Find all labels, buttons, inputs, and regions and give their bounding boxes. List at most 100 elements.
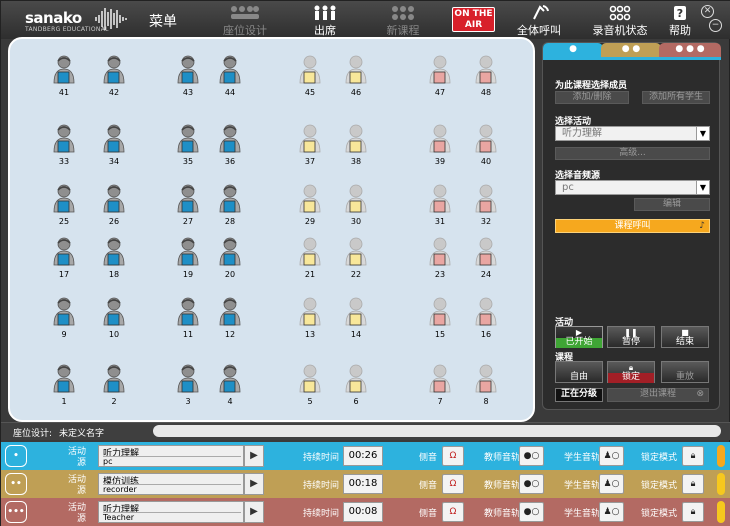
group-toggle-button[interactable]: • — [5, 445, 27, 467]
add-all-students-button[interactable]: 添加所有学生 — [642, 91, 710, 104]
sidetone-button[interactable]: Ω — [442, 446, 464, 466]
student-seat[interactable]: 48 — [472, 55, 500, 97]
student-seat[interactable]: 21 — [296, 237, 324, 279]
play-button[interactable]: ▶ — [244, 473, 264, 495]
audio-source-select[interactable]: pc ▼ — [555, 180, 710, 195]
grouping-button[interactable]: 正在分级 — [555, 388, 603, 402]
student-seat[interactable]: 42 — [100, 55, 128, 97]
student-track-toggle[interactable]: ♟○ — [599, 474, 624, 494]
student-track-label: 学生音轨 — [564, 509, 601, 519]
teacher-track-toggle[interactable]: ●○ — [519, 474, 544, 494]
nav-recorder-status[interactable]: 录音机状态 — [589, 5, 651, 38]
student-track-label: 学生音轨 — [564, 453, 601, 463]
student-seat[interactable]: 19 — [174, 237, 202, 279]
activity-source-box[interactable]: 模仿训练 recorder — [98, 473, 244, 495]
lock-mode-button[interactable]: 🔒︎ — [682, 446, 704, 466]
student-seat[interactable]: 1 — [50, 364, 78, 406]
student-seat[interactable]: 46 — [342, 55, 370, 97]
tab-1[interactable]: ● — [543, 43, 603, 58]
student-seat[interactable]: 32 — [472, 184, 500, 226]
student-seat[interactable]: 35 — [174, 124, 202, 166]
reset-button[interactable]: 重放 — [661, 361, 709, 383]
student-seat[interactable]: 29 — [296, 184, 324, 226]
menu-button[interactable]: 菜单 — [149, 11, 177, 31]
student-seat[interactable]: 47 — [426, 55, 454, 97]
student-seat[interactable]: 26 — [100, 184, 128, 226]
student-seat[interactable]: 18 — [100, 237, 128, 279]
student-seat[interactable]: 9 — [50, 297, 78, 339]
student-track-toggle[interactable]: ♟○ — [599, 502, 624, 522]
advanced-button[interactable]: 高级... — [555, 147, 710, 160]
nav-help[interactable]: ? 帮助 — [665, 5, 695, 38]
stop-button[interactable]: ■ 结束 — [661, 326, 709, 348]
exit-course-button[interactable]: 退出课程 ⊗ — [607, 388, 709, 402]
sidetone-button[interactable]: Ω — [442, 474, 464, 494]
student-seat[interactable]: 20 — [216, 237, 244, 279]
student-seat[interactable]: 22 — [342, 237, 370, 279]
close-icon[interactable]: ✕ — [701, 5, 714, 18]
student-seat[interactable]: 17 — [50, 237, 78, 279]
minimize-icon[interactable]: − — [709, 19, 722, 32]
student-seat[interactable]: 43 — [174, 55, 202, 97]
activity-select[interactable]: 听力理解 ▼ — [555, 126, 710, 141]
play-button[interactable]: ▶ — [244, 501, 264, 523]
group-toggle-button[interactable]: ••• — [5, 501, 27, 523]
student-seat[interactable]: 11 — [174, 297, 202, 339]
student-seat[interactable]: 15 — [426, 297, 454, 339]
student-icon — [53, 184, 75, 213]
lock-mode-button[interactable]: 🔒︎ — [682, 474, 704, 494]
play-button[interactable]: ▶ — [244, 445, 264, 467]
student-seat[interactable]: 39 — [426, 124, 454, 166]
free-button[interactable]: 自由 — [555, 361, 603, 383]
on-air-button[interactable]: ON THE AIR — [452, 7, 495, 32]
lock-mode-button[interactable]: 🔒︎ — [682, 502, 704, 522]
student-seat[interactable]: 27 — [174, 184, 202, 226]
student-seat[interactable]: 24 — [472, 237, 500, 279]
student-seat[interactable]: 12 — [216, 297, 244, 339]
student-seat[interactable]: 45 — [296, 55, 324, 97]
student-seat[interactable]: 14 — [342, 297, 370, 339]
student-seat[interactable]: 16 — [472, 297, 500, 339]
student-seat[interactable]: 25 — [50, 184, 78, 226]
student-seat[interactable]: 30 — [342, 184, 370, 226]
edit-button[interactable]: 编辑 — [634, 198, 710, 211]
lock-button[interactable]: 🔒︎ 锁定 — [607, 361, 655, 383]
teacher-track-toggle[interactable]: ●○ — [519, 446, 544, 466]
student-seat[interactable]: 6 — [342, 364, 370, 406]
student-seat[interactable]: 36 — [216, 124, 244, 166]
nav-new-course[interactable]: 新课程 — [382, 5, 424, 38]
student-seat[interactable]: 28 — [216, 184, 244, 226]
student-seat[interactable]: 2 — [100, 364, 128, 406]
student-track-toggle[interactable]: ♟○ — [599, 446, 624, 466]
student-seat[interactable]: 5 — [296, 364, 324, 406]
started-button[interactable]: ▶ 已开始 — [555, 326, 603, 348]
sidetone-button[interactable]: Ω — [442, 502, 464, 522]
nav-call-all[interactable]: 全体呼叫 — [513, 5, 565, 38]
activity-source-box[interactable]: 听力理解 pc — [98, 445, 244, 467]
student-seat[interactable]: 23 — [426, 237, 454, 279]
student-seat[interactable]: 13 — [296, 297, 324, 339]
student-seat[interactable]: 41 — [50, 55, 78, 97]
student-seat[interactable]: 37 — [296, 124, 324, 166]
student-seat[interactable]: 31 — [426, 184, 454, 226]
student-seat[interactable]: 8 — [472, 364, 500, 406]
nav-attendance[interactable]: 出席 — [310, 5, 340, 38]
pause-button[interactable]: ❚❚ 暂停 — [607, 326, 655, 348]
student-seat[interactable]: 38 — [342, 124, 370, 166]
student-seat[interactable]: 7 — [426, 364, 454, 406]
student-seat[interactable]: 33 — [50, 124, 78, 166]
nav-seating-design[interactable]: 座位设计 — [219, 5, 271, 38]
student-seat[interactable]: 3 — [174, 364, 202, 406]
teacher-track-toggle[interactable]: ●○ — [519, 502, 544, 522]
student-seat[interactable]: 10 — [100, 297, 128, 339]
add-remove-button[interactable]: 添加/删除 — [555, 91, 629, 104]
activity-source-box[interactable]: 听力理解 Teacher — [98, 501, 244, 523]
student-seat[interactable]: 44 — [216, 55, 244, 97]
group-toggle-button[interactable]: •• — [5, 473, 27, 495]
course-call-button[interactable]: 课程呼叫 ♪ — [555, 219, 710, 233]
student-seat[interactable]: 4 — [216, 364, 244, 406]
student-seat[interactable]: 34 — [100, 124, 128, 166]
student-seat[interactable]: 40 — [472, 124, 500, 166]
tab-3[interactable]: ● ● ● — [659, 43, 721, 58]
tab-2[interactable]: ● ● — [601, 43, 661, 58]
